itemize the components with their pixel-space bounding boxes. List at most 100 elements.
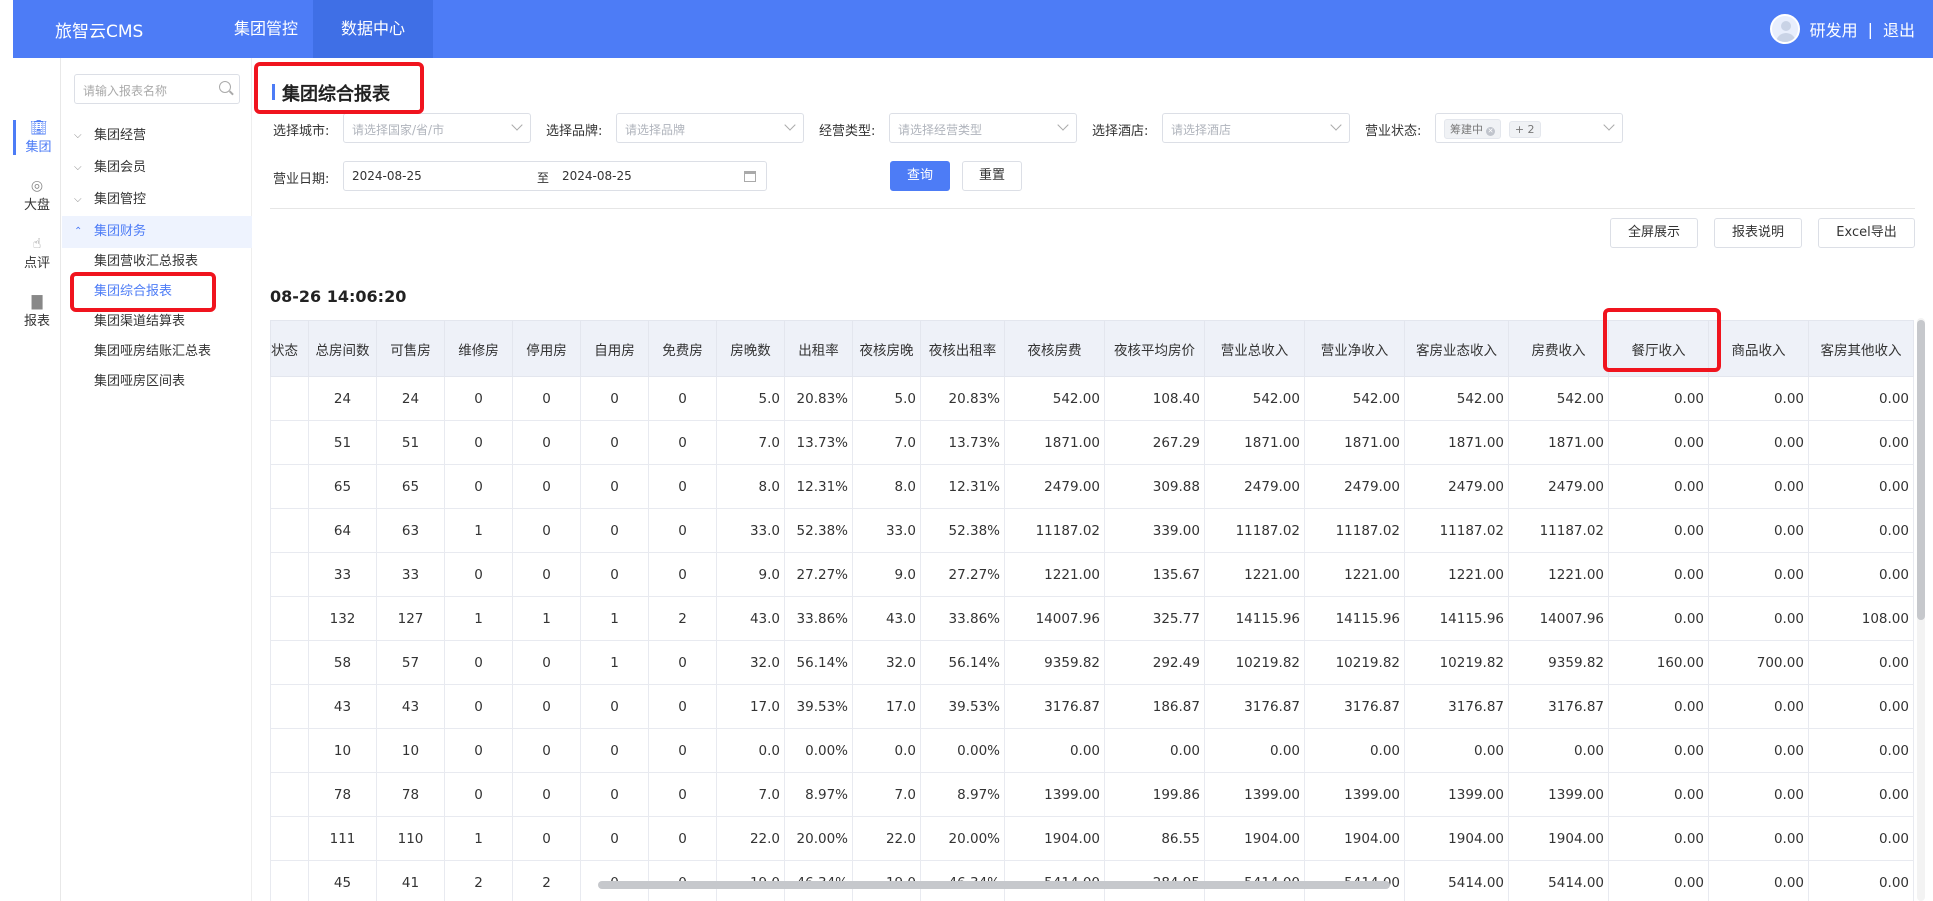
table-cell: 27.27%: [784, 552, 853, 597]
table-cell: 1: [512, 596, 581, 641]
table-row[interactable]: 64 63 1 0 0 0 33.0 52.38% 33.0 52.38% 11187.02 339.…: [270, 508, 1914, 553]
table-cell: 3176.87: [1204, 684, 1305, 729]
table-row[interactable]: 51 51 0 0 0 0 7.0 13.73% 7.0 13.73% 1871.00 267.29 1…: [270, 420, 1914, 465]
reset-button[interactable]: 重置: [962, 161, 1022, 191]
table-row[interactable]: 10 10 0 0 0 0 0.0 0.00% 0.0 0.00% 0.00 0.00 0.00 0.00…: [270, 728, 1914, 773]
user-name[interactable]: 研发用: [1810, 17, 1858, 41]
table-cell: 3176.87: [1404, 684, 1509, 729]
city-select[interactable]: 请选择国家/省/市: [343, 113, 531, 143]
table-cell: [270, 640, 309, 685]
table-cell: 8.97%: [784, 772, 853, 817]
sidebar-group-members[interactable]: ⌵ 集团会员: [62, 152, 252, 184]
column-header[interactable]: 维修房: [444, 320, 513, 377]
nav-group-control[interactable]: 集团管控: [206, 0, 326, 58]
sidebar-item-dummy-room-summary[interactable]: 集团哑房结账汇总表: [94, 341, 211, 363]
table-cell: 0: [512, 816, 581, 861]
hotel-select[interactable]: 请选择酒店: [1162, 113, 1350, 143]
table-cell: 542.00: [1508, 376, 1609, 421]
table-cell: 0: [512, 728, 581, 773]
column-header[interactable]: 房晚数: [716, 320, 785, 377]
table-cell: 39.53%: [784, 684, 853, 729]
table-cell: 0: [580, 772, 649, 817]
column-header[interactable]: 夜核房晚: [852, 320, 921, 377]
column-header[interactable]: 可售房: [376, 320, 445, 377]
rail-item-reviews[interactable]: ☝ 点评: [13, 236, 61, 271]
vertical-scrollbar[interactable]: [1917, 320, 1925, 620]
report-table-container[interactable]: 状态 总房间数 可售房 维修房 停用房 自用房 免费房 房晚数 出租率 夜核房晚 夜核出租率 夜核房费…: [270, 320, 1915, 901]
table-cell: 0: [648, 728, 717, 773]
table-cell: 0: [580, 728, 649, 773]
column-header[interactable]: 客房业态收入: [1404, 320, 1509, 377]
table-cell: 11187.02: [1508, 508, 1609, 553]
column-header[interactable]: 免费房: [648, 320, 717, 377]
fullscreen-button[interactable]: 全屏展示: [1610, 218, 1698, 248]
brand-select[interactable]: 请选择品牌: [616, 113, 804, 143]
report-search-input[interactable]: 请输入报表名称: [74, 74, 240, 104]
date-end[interactable]: 2024-08-25: [562, 169, 632, 183]
table-row[interactable]: 43 43 0 0 0 0 17.0 39.53% 17.0 39.53% 3176.87 186.8…: [270, 684, 1914, 729]
avatar[interactable]: [1769, 14, 1800, 44]
table-cell: 108.00: [1808, 596, 1914, 641]
search-icon[interactable]: [219, 81, 231, 93]
sidebar-group-finance[interactable]: ⌃ 集团财务: [62, 216, 252, 248]
table-row[interactable]: 65 65 0 0 0 0 8.0 12.31% 8.0 12.31% 2479.00 309.88 2…: [270, 464, 1914, 509]
table-row[interactable]: 24 24 0 0 0 0 5.0 20.83% 5.0 20.83% 542.00 108.40 54…: [270, 376, 1914, 421]
sidebar-group-operations[interactable]: ⌵ 集团经营: [62, 120, 252, 152]
table-cell: 309.88: [1104, 464, 1205, 509]
table-cell: 13.73%: [920, 420, 1005, 465]
brand-logo[interactable]: 旅智云CMS: [55, 17, 143, 42]
table-row[interactable]: 78 78 0 0 0 0 7.0 8.97% 7.0 8.97% 1399.00 199.86 139…: [270, 772, 1914, 817]
table-cell: 24: [308, 376, 377, 421]
column-header[interactable]: 房费收入: [1508, 320, 1609, 377]
report-timestamp: 08-26 14:06:20: [270, 287, 407, 306]
status-select[interactable]: 筹建中 ✕ + 2: [1435, 113, 1623, 143]
column-header[interactable]: 营业净收入: [1304, 320, 1405, 377]
horizontal-scrollbar[interactable]: [598, 881, 1390, 889]
sidebar-item-channel-settlement[interactable]: 集团渠道结算表: [94, 311, 185, 333]
table-cell: 0.00: [1808, 684, 1914, 729]
table-row[interactable]: 58 57 0 0 1 0 32.0 56.14% 32.0 56.14% 9359.82 292.4…: [270, 640, 1914, 685]
rail-item-dashboard[interactable]: ◎ 大盘: [13, 178, 61, 213]
column-header[interactable]: 营业总收入: [1204, 320, 1305, 377]
nav-data-center[interactable]: 数据中心: [313, 0, 434, 58]
logout-link[interactable]: 退出: [1883, 17, 1915, 41]
report-help-button[interactable]: 报表说明: [1714, 218, 1802, 248]
rail-label: 大盘: [23, 198, 50, 213]
table-cell: 0: [648, 816, 717, 861]
column-header[interactable]: 总房间数: [308, 320, 377, 377]
table-cell: 127: [376, 596, 445, 641]
column-header[interactable]: 客房其他收入: [1808, 320, 1914, 377]
close-icon[interactable]: ✕: [1486, 127, 1495, 136]
sidebar-item-dummy-room-range[interactable]: 集团哑房区间表: [94, 371, 185, 393]
table-cell: 51: [376, 420, 445, 465]
table-cell: 0.00: [1608, 508, 1709, 553]
table-cell: 0: [444, 464, 513, 509]
column-header[interactable]: 停用房: [512, 320, 581, 377]
date-start[interactable]: 2024-08-25: [352, 169, 422, 183]
table-cell: 7.0: [716, 420, 785, 465]
table-row[interactable]: 132 127 1 1 1 2 43.0 33.86% 43.0 33.86% 14007.96 32…: [270, 596, 1914, 641]
table-row[interactable]: 33 33 0 0 0 0 9.0 27.27% 9.0 27.27% 1221.00 135.67 1…: [270, 552, 1914, 597]
column-header[interactable]: 商品收入: [1708, 320, 1809, 377]
excel-export-button[interactable]: Excel导出: [1818, 218, 1915, 248]
column-header[interactable]: 夜核房费: [1004, 320, 1105, 377]
table-cell: 1: [580, 596, 649, 641]
rail-label: 报表: [23, 314, 50, 329]
table-row[interactable]: 111 110 1 0 0 0 22.0 20.00% 22.0 20.00% 1904.00 86.…: [270, 816, 1914, 861]
rail-item-reports[interactable]: ▇ 报表: [13, 294, 61, 329]
table-cell: 292.49: [1104, 640, 1205, 685]
column-header[interactable]: 夜核平均房价: [1104, 320, 1205, 377]
sidebar-group-control[interactable]: ⌵ 集团管控: [62, 184, 252, 216]
mgmt-type-select[interactable]: 请选择经营类型: [889, 113, 1077, 143]
rail-item-group[interactable]: 🏢︎ 集团: [13, 120, 61, 155]
column-header[interactable]: 自用房: [580, 320, 649, 377]
column-header[interactable]: 状态: [270, 320, 309, 377]
table-cell: 542.00: [1004, 376, 1105, 421]
column-header[interactable]: 出租率: [784, 320, 853, 377]
query-button[interactable]: 查询: [890, 161, 950, 191]
calendar-icon: [744, 171, 756, 182]
date-range-picker[interactable]: 2024-08-25 至 2024-08-25: [343, 161, 767, 191]
column-header[interactable]: 夜核出租率: [920, 320, 1005, 377]
sidebar-item-revenue-summary[interactable]: 集团营收汇总报表: [94, 251, 198, 273]
table-cell: [270, 772, 309, 817]
